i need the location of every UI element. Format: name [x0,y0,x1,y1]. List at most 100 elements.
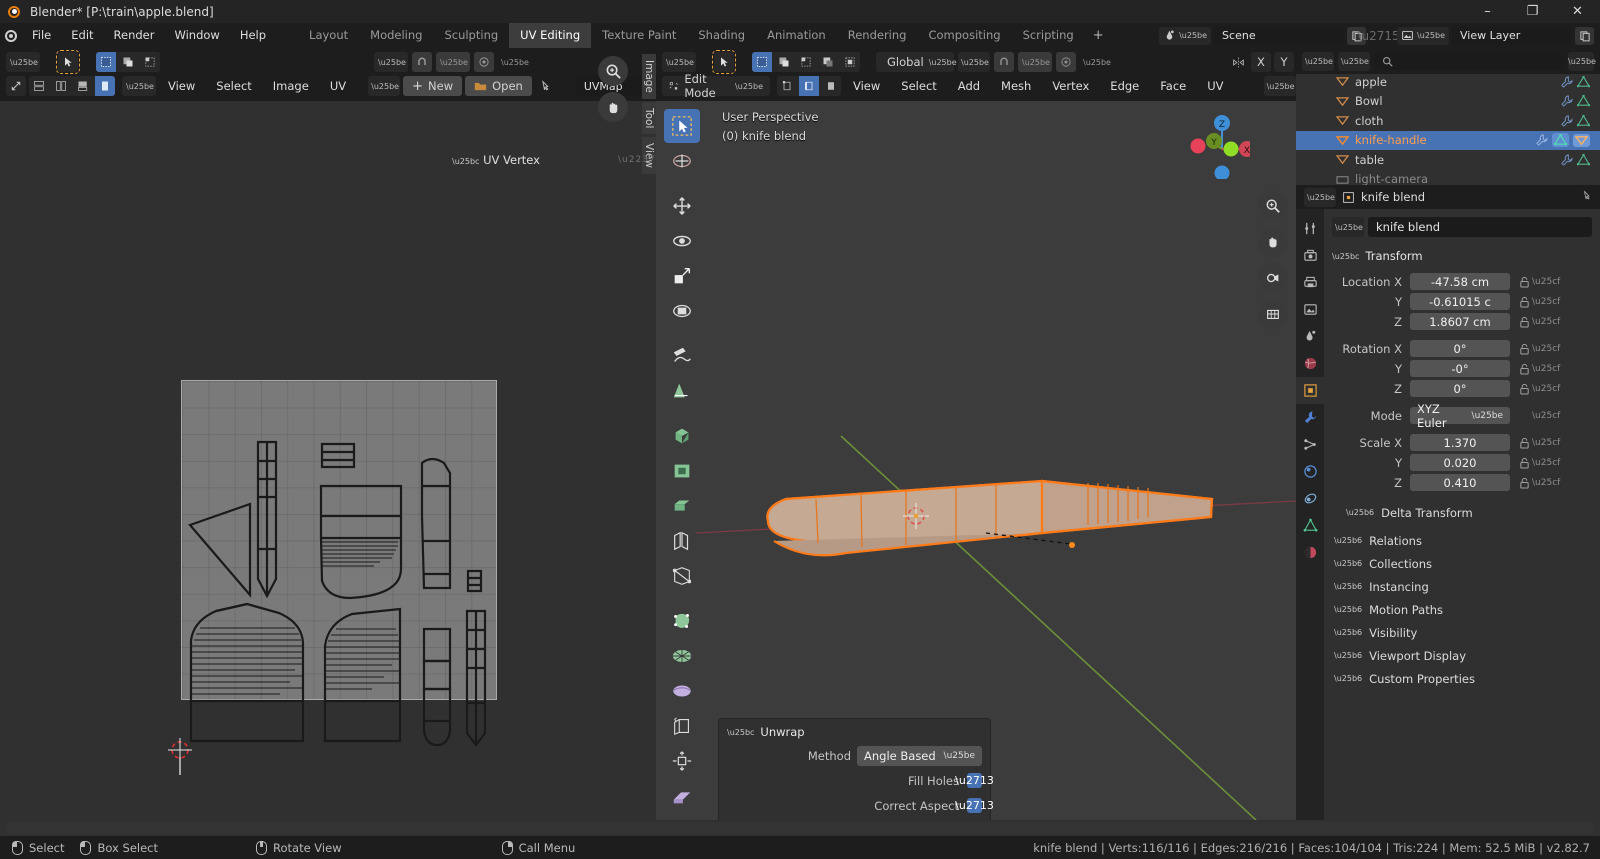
scene-name-field[interactable]: Scene [1214,26,1345,45]
tab-scene[interactable] [1296,323,1324,350]
properties-pin-icon[interactable] [1580,189,1592,205]
uv-menu-image[interactable]: Image [264,76,318,96]
tab-output[interactable] [1296,269,1324,296]
tab-modifiers[interactable] [1296,404,1324,431]
viewport-snap-icon[interactable] [994,52,1014,72]
workspace-tab-uv-editing[interactable]: UV Editing [509,23,592,48]
outliner-tree[interactable]: apple Bowl cloth knife-handle table ligh… [1296,74,1600,185]
outliner-editor-type-icon[interactable]: \u25be [1302,51,1334,71]
scene-browse-icon[interactable]: \u25be [1159,26,1212,45]
tab-particles[interactable] [1296,431,1324,458]
app-menu-icon[interactable] [0,23,22,48]
fill-holes-checkbox[interactable]: \u2713 [955,773,994,788]
animate-location-z-icon[interactable]: \u25cf [1532,317,1560,327]
unwrap-method-dropdown[interactable]: Angle Based \u25be [857,745,982,766]
tool-move-icon[interactable] [664,189,700,223]
tab-material[interactable] [1296,539,1324,566]
workspace-tab-animation[interactable]: Animation [756,23,837,48]
tool-scale-icon[interactable] [664,259,700,293]
mode-dropdown[interactable]: Edit Mode \u25be [662,72,770,100]
properties-editor-type-icon[interactable]: \u25be [1304,187,1336,207]
open-image-button[interactable]: Open [465,76,532,96]
tool-inset-faces-icon[interactable] [664,454,700,488]
uv-menu-view[interactable]: View [159,76,204,96]
outliner-row-knife-handle[interactable]: knife-handle [1296,130,1600,150]
lock-rotation-y-icon[interactable] [1516,363,1532,375]
lock-location-x-icon[interactable] [1516,276,1532,288]
close-button[interactable]: ✕ [1555,0,1600,23]
tool-shear-icon[interactable] [664,779,700,813]
viewport-zoom-icon[interactable] [1258,191,1288,221]
viewport-proportional-icon[interactable]: \u25be [1018,52,1052,72]
tool-bevel-icon[interactable] [664,489,700,523]
workspace-tab-texture-paint[interactable]: Texture Paint [591,23,687,48]
section-delta-transform[interactable]: \u25b6 Delta Transform [1324,501,1600,524]
delete-scene-icon[interactable]: \u2715 [1357,27,1399,45]
uv-menu-select[interactable]: Select [207,76,260,96]
tab-constraints[interactable] [1296,485,1324,512]
zoom-icon[interactable] [598,56,628,86]
viewport-cursor-tool-icon[interactable] [712,50,736,74]
animate-rotation-mode-icon[interactable]: \u25cf [1532,411,1560,421]
cursor-tool-icon[interactable] [56,50,80,74]
transform-orientation-dropdown[interactable]: Global \u25be [876,52,957,72]
outliner-filter-icon[interactable]: \u25be [1568,51,1596,71]
viewport-menu-view[interactable]: View [844,76,889,96]
tool-shrink-fatten-icon[interactable] [664,744,700,778]
uv-sync-selection-icon[interactable] [6,76,26,96]
viewport-select-subtract-icon[interactable] [796,52,816,72]
workspace-tab-modeling[interactable]: Modeling [359,23,433,48]
menu-edit[interactable]: Edit [61,26,103,45]
view-layer-name-field[interactable]: View Layer [1452,26,1572,45]
pin-icon[interactable] [535,76,555,96]
rotation-z-value[interactable]: 0° [1410,380,1510,397]
tool-tweak-icon[interactable] [664,109,700,143]
tab-physics[interactable] [1296,458,1324,485]
animate-rotation-y-icon[interactable]: \u25cf [1532,364,1560,374]
lock-rotation-z-icon[interactable] [1516,383,1532,395]
menu-help[interactable]: Help [230,26,276,45]
transform-section-header[interactable]: \u25bc Transform [1324,245,1600,267]
animate-rotation-x-icon[interactable]: \u25cf [1532,344,1560,354]
animate-rotation-z-icon[interactable]: \u25cf [1532,384,1560,394]
minimize-button[interactable]: – [1465,0,1510,23]
falloff-curve-icon[interactable]: \u25be [498,52,530,72]
viewport-editor-type-icon[interactable]: \u25be [662,52,696,72]
viewport-select-set-icon[interactable] [752,52,772,72]
tool-measure-icon[interactable] [664,374,700,408]
section-instancing[interactable]: \u25b6 Instancing [1324,575,1600,598]
object-name-field[interactable]: knife blend [1368,217,1592,237]
tool-rotate-icon[interactable] [664,224,700,258]
sidebar-tab-tool[interactable]: Tool [642,101,656,135]
tool-annotate-icon[interactable] [664,339,700,373]
tab-object-data[interactable] [1296,512,1324,539]
uv-menu-uv[interactable]: UV [321,76,355,96]
outliner-row-light-camera[interactable]: light-camera [1296,170,1600,185]
object-browse-icon[interactable]: \u25be [1332,217,1364,237]
tool-poly-build-icon[interactable] [664,604,700,638]
viewport-falloff-curve-icon[interactable]: \u25be [1080,52,1112,72]
rotation-mode-dropdown[interactable]: XYZ Euler \u25be [1410,402,1510,430]
scale-y-value[interactable]: 0.020 [1410,454,1510,471]
uv-vertex-select-icon[interactable] [29,76,49,96]
face-select-mode-icon[interactable] [821,76,841,96]
viewport-menu-mesh[interactable]: Mesh [992,76,1040,96]
viewport-snap-magnet-icon[interactable]: \u25be [958,52,990,72]
uv-island-select-icon[interactable] [95,76,115,96]
tool-loop-cut-icon[interactable] [664,524,700,558]
active-object-highlight[interactable] [1573,133,1590,147]
animate-scale-y-icon[interactable]: \u25cf [1532,458,1560,468]
proportional-editing-icon[interactable]: \u25be [436,52,470,72]
section-visibility[interactable]: \u25b6 Visibility [1324,621,1600,644]
location-z-value[interactable]: 1.8607 cm [1410,313,1510,330]
section-viewport-display[interactable]: \u25b6 Viewport Display [1324,644,1600,667]
viewport-select-intersect-icon[interactable] [840,52,860,72]
proportional-falloff-icon[interactable] [474,52,494,72]
uv-sticky-selection-icon[interactable]: \u25be [122,76,156,96]
new-image-button[interactable]: + New [403,76,463,96]
section-relations[interactable]: \u25b6 Relations [1324,529,1600,552]
viewport-falloff-circle-icon[interactable] [1056,52,1076,72]
menu-window[interactable]: Window [164,26,229,45]
viewport-menu-uv[interactable]: UV [1198,76,1232,96]
workspace-tab-shading[interactable]: Shading [687,23,756,48]
